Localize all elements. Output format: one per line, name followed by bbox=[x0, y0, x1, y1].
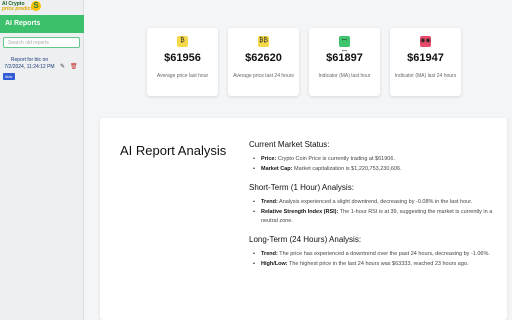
stat-value: $61956 bbox=[164, 52, 201, 64]
item-label: Relative Strength Index (RSI): bbox=[261, 209, 339, 215]
sidebar-title: AI Reports bbox=[0, 15, 84, 33]
stat-label: Indicator (MA) last hour bbox=[318, 73, 371, 79]
item-label: Price: bbox=[261, 156, 277, 162]
item-text: The highest price in the last 24 hours w… bbox=[287, 261, 469, 267]
item-label: High/Low: bbox=[261, 261, 288, 267]
item-text: The price has experienced a downtrend ov… bbox=[277, 251, 490, 257]
stat-value: $61947 bbox=[407, 52, 444, 64]
stat-value: $62620 bbox=[245, 52, 282, 64]
list-item: Trend: Analysis experienced a slight dow… bbox=[249, 198, 499, 207]
stat-card-ma-hour: ꟷ ꟷ $61897 Indicator (MA) last hour bbox=[309, 28, 380, 96]
stat-label: Average price last 24 hours bbox=[233, 73, 294, 79]
analysis-content: Current Market Status: Price: Crypto Coi… bbox=[249, 140, 499, 270]
section-heading: Short-Term (1 Hour) Analysis: bbox=[249, 183, 354, 192]
list-item: Relative Strength Index (RSI): The 1-hou… bbox=[249, 208, 499, 226]
coins-icon: ₿₿ bbox=[258, 36, 269, 47]
glasses-icon: ◉◉ bbox=[420, 36, 431, 47]
report-link[interactable]: Report for btc on 7/2/2024, 11:24:12 PM bbox=[2, 57, 57, 71]
analysis-panel: AI Report Analysis Current Market Status… bbox=[100, 118, 507, 320]
item-text: Crypto Coin Price is currently trading a… bbox=[276, 156, 395, 162]
stat-card-avg-price-24h: ₿₿ $62620 Average price last 24 hours bbox=[228, 28, 299, 96]
stat-value: $61897 bbox=[326, 52, 363, 64]
indicator-icon: ꟷ ꟷ bbox=[339, 36, 350, 55]
item-label: Market Cap: bbox=[261, 166, 293, 172]
delete-icon[interactable]: 🗑 bbox=[70, 64, 78, 70]
stat-card-avg-price-hour: ₿ $61956 Average price last hour bbox=[147, 28, 218, 96]
item-text: Market capitalization is $1,220,753,230,… bbox=[292, 166, 402, 172]
section-heading: Current Market Status: bbox=[249, 140, 330, 149]
report-tag-badge[interactable]: #btc bbox=[3, 73, 15, 80]
list-item: Trend: The price has experienced a downt… bbox=[249, 250, 499, 259]
search-input[interactable] bbox=[3, 37, 80, 48]
section-heading: Long-Term (24 Hours) Analysis: bbox=[249, 235, 362, 244]
item-label: Trend: bbox=[261, 251, 278, 257]
coin-icon: ₿ bbox=[177, 36, 188, 47]
report-title: Report for btc on bbox=[10, 57, 49, 63]
stat-label: Average price last hour bbox=[156, 73, 209, 79]
sidebar: AI Crypto price predictor S AI Reports R… bbox=[0, 0, 84, 320]
list-item: Market Cap: Market capitalization is $1,… bbox=[249, 165, 499, 174]
item-label: Trend: bbox=[261, 199, 278, 205]
stat-label: Indicator (MA) last 24 hours bbox=[394, 73, 457, 79]
report-timestamp: 7/2/2024, 11:24:12 PM bbox=[4, 64, 55, 70]
stat-card-ma-24h: ◉◉ $61947 Indicator (MA) last 24 hours bbox=[390, 28, 461, 96]
item-text: Analysis experienced a slight downtrend,… bbox=[277, 199, 473, 205]
list-item: Price: Crypto Coin Price is currently tr… bbox=[249, 155, 499, 164]
edit-icon[interactable]: ✎ bbox=[60, 64, 66, 70]
logo-coin-icon: S bbox=[31, 1, 41, 11]
list-item: High/Low: The highest price in the last … bbox=[249, 260, 499, 269]
panel-title: AI Report Analysis bbox=[120, 143, 227, 158]
